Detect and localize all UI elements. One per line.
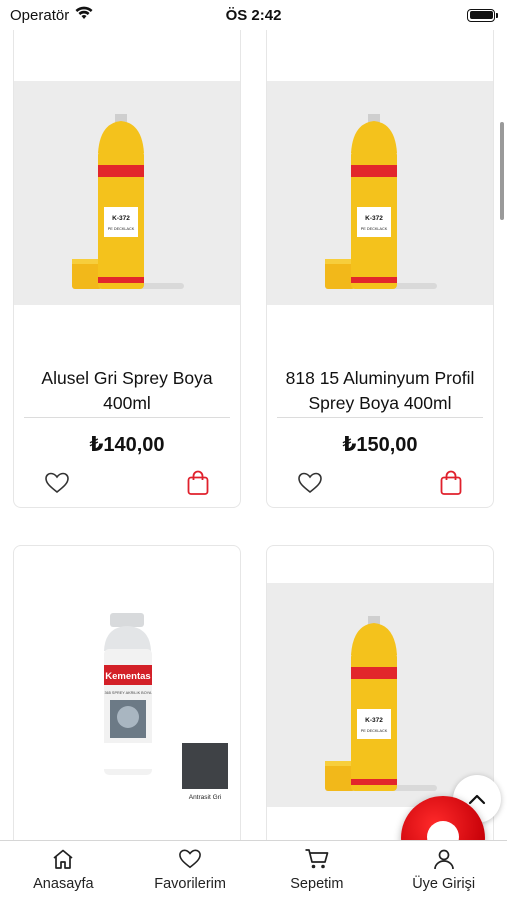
product-card[interactable]: K-372 PE DECKLACK 818 15 Aluminyum Profi… [266, 30, 494, 508]
swatch-label: Antrasit Gri [189, 794, 222, 801]
heart-icon [179, 849, 201, 869]
product-name[interactable]: 818 15 Aluminyum Profil Sprey Boya 400ml [277, 366, 483, 416]
tab-label: Anasayfa [33, 876, 94, 892]
can-brand: Kementas [105, 671, 150, 682]
favorite-button[interactable] [43, 470, 71, 496]
divider [277, 417, 483, 418]
scrollbar-thumb[interactable] [500, 122, 504, 220]
product-image[interactable]: K-372 PE DECKLACK [267, 81, 493, 305]
bottom-tab-bar: Anasayfa Favorilerim Sepetim Üye Girişi [0, 840, 507, 900]
can-subtitle: 365 SPREY AKRILIK BOYA [105, 691, 152, 695]
can-sublabel: PE DECKLACK [361, 227, 388, 231]
favorite-button[interactable] [296, 470, 324, 496]
cart-icon [305, 849, 329, 869]
tab-home[interactable]: Anasayfa [0, 841, 127, 900]
product-price: ₺150,00 [342, 434, 418, 456]
product-card[interactable]: Kementas 365 SPREY AKRILIK BOYA Antrasit… [13, 545, 241, 840]
user-icon [433, 849, 454, 870]
can-label: K-372 [365, 717, 383, 724]
home-icon [53, 849, 73, 869]
add-to-cart-button[interactable] [438, 469, 464, 497]
product-image[interactable]: Kementas 365 SPREY AKRILIK BOYA Antrasit… [14, 583, 240, 807]
tab-label: Favorilerim [154, 876, 226, 892]
product-name[interactable]: Alusel Gri Sprey Boya 400ml [24, 366, 230, 416]
product-image[interactable]: K-372 PE DECKLACK [267, 583, 493, 807]
wifi-icon [75, 6, 93, 24]
shopping-bag-icon [187, 470, 209, 495]
heart-icon [45, 472, 69, 494]
status-bar: Operatör ÖS 2:42 [0, 0, 507, 30]
product-price: ₺140,00 [89, 434, 165, 456]
tab-label: Sepetim [290, 876, 344, 892]
can-label: K-372 [112, 215, 130, 222]
add-to-cart-button[interactable] [185, 469, 211, 497]
can-sublabel: PE DECKLACK [108, 227, 135, 231]
product-grid[interactable]: K-372 PE DECKLACK Alusel Gri Sprey Boya … [0, 30, 507, 840]
product-card[interactable]: K-372 PE DECKLACK Alusel Gri Sprey Boya … [13, 30, 241, 508]
status-left: Operatör [10, 6, 93, 24]
divider [24, 417, 230, 418]
tab-login[interactable]: Üye Girişi [380, 841, 507, 900]
product-image[interactable]: K-372 PE DECKLACK [14, 81, 240, 305]
tab-cart[interactable]: Sepetim [254, 841, 381, 900]
battery-icon [467, 8, 498, 22]
chevron-up-icon [468, 794, 486, 805]
can-sublabel: PE DECKLACK [361, 729, 388, 733]
can-label: K-372 [365, 215, 383, 222]
carrier-label: Operatör [10, 6, 70, 24]
tab-label: Üye Girişi [412, 876, 476, 892]
heart-icon [298, 472, 322, 494]
tab-favorites[interactable]: Favorilerim [127, 841, 254, 900]
shopping-bag-icon [440, 470, 462, 495]
